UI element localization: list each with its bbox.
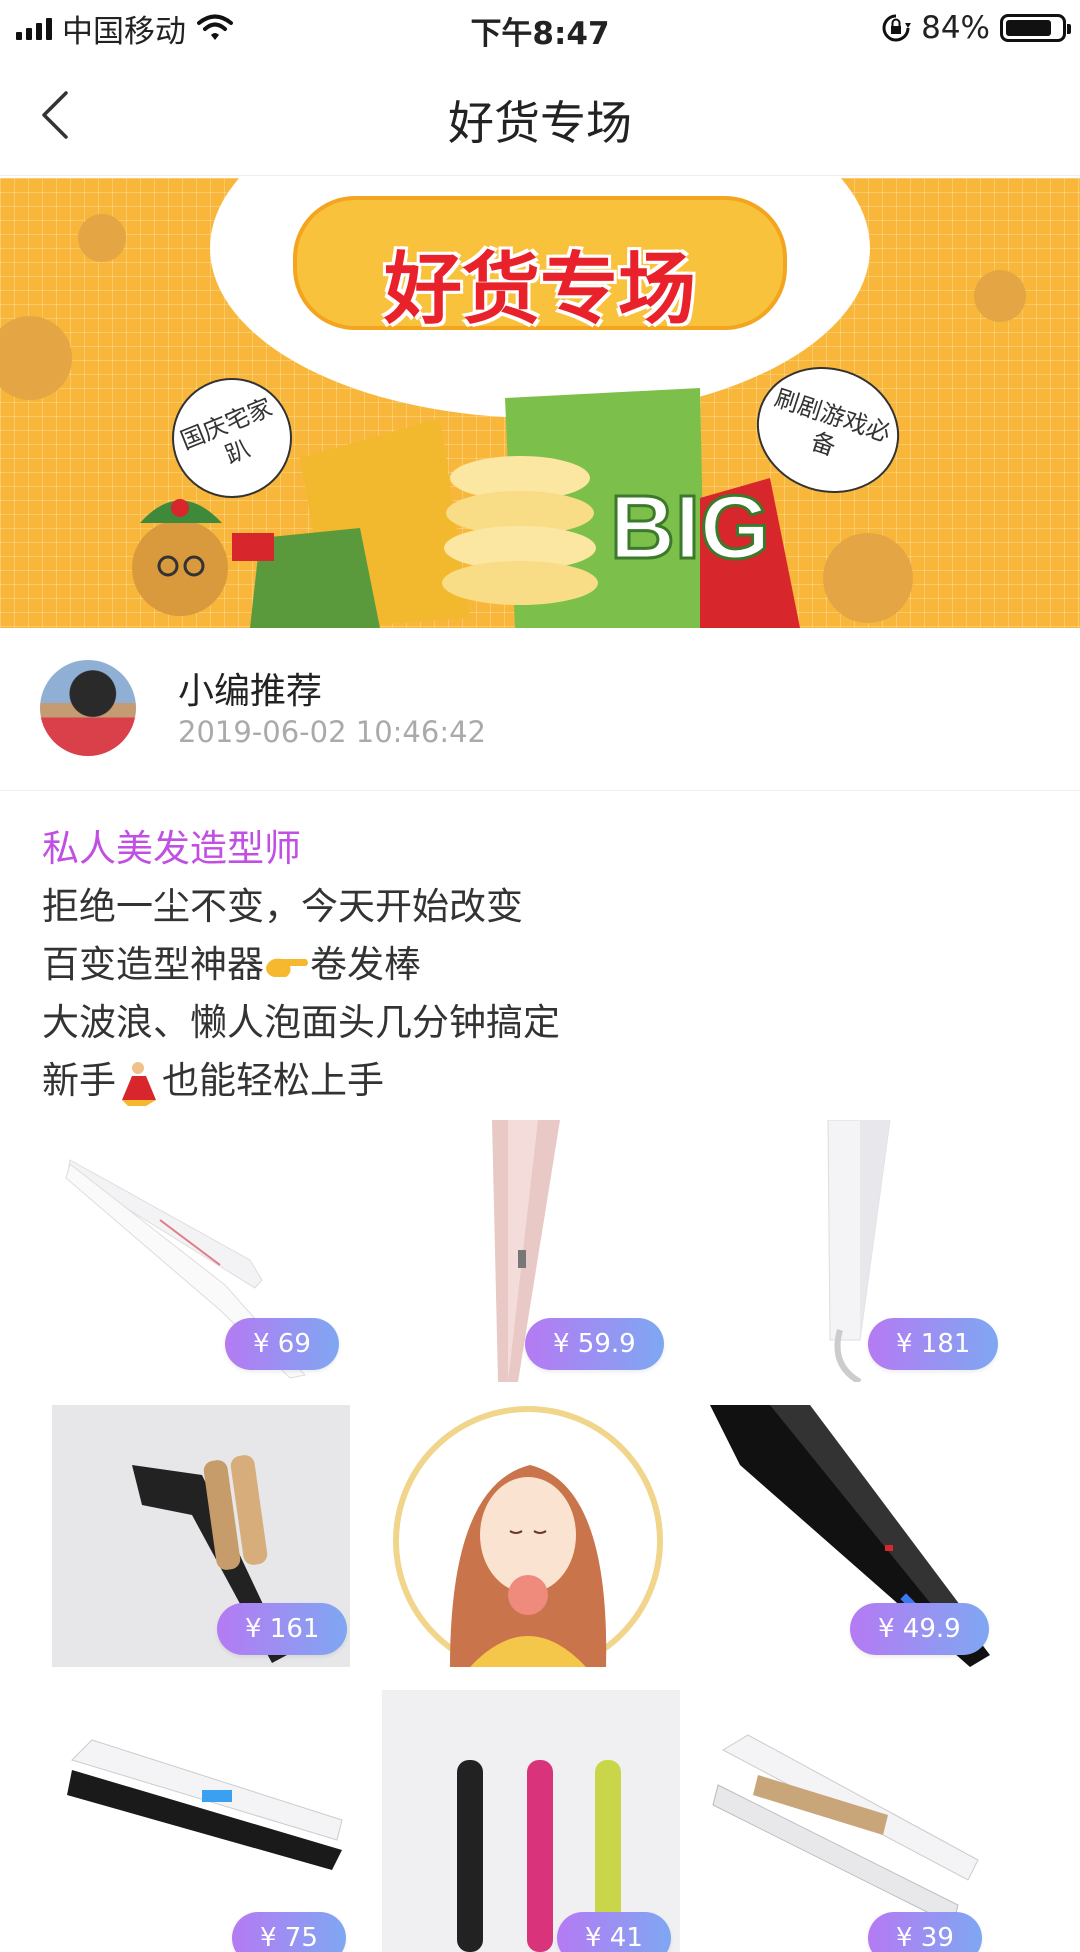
post-line-2-start: 百变造型神器 (42, 943, 264, 986)
product-card[interactable]: ¥ 41 (382, 1690, 680, 1952)
post-line-4-start: 新手 (42, 1059, 116, 1102)
post-timestamp: 2019-06-02 10:46:42 (178, 715, 486, 749)
girl-illustration-image (393, 1406, 663, 1667)
price-tag: ¥ 39 (868, 1912, 982, 1952)
battery-percent: 84% (921, 10, 990, 46)
dancer-emoji-icon (122, 1061, 156, 1106)
product-card[interactable]: ¥ 59.9 (380, 1120, 678, 1382)
post-line-4: 新手 也能轻松上手 (42, 1052, 1042, 1110)
divider (0, 790, 1080, 791)
price-tag: ¥ 181 (868, 1318, 999, 1370)
product-card[interactable]: ¥ 181 (710, 1120, 1008, 1382)
post-line-3: 大波浪、懒人泡面头几分钟搞定 (42, 1001, 560, 1044)
price-tag: ¥ 41 (557, 1912, 671, 1952)
price-tag: ¥ 49.9 (850, 1603, 989, 1655)
post-title: 私人美发造型师 (42, 827, 301, 870)
price-tag: ¥ 59.9 (525, 1318, 664, 1370)
post-line-4-end: 也能轻松上手 (162, 1059, 384, 1102)
rotation-lock-icon (882, 14, 912, 42)
price-tag: ¥ 69 (225, 1318, 339, 1370)
product-card[interactable]: ¥ 161 (52, 1405, 350, 1667)
post-line-2-end: 卷发棒 (310, 943, 421, 986)
status-bar: 中国移动 下午8:47 84% (0, 0, 1080, 55)
product-card[interactable]: ¥ 69 (50, 1120, 348, 1382)
avatar[interactable] (40, 660, 136, 756)
price-tag: ¥ 75 (232, 1912, 346, 1952)
price-tag: ¥ 161 (217, 1603, 348, 1655)
pointing-hand-emoji-icon (266, 958, 308, 977)
svg-text:BIG: BIG (610, 478, 770, 578)
post-line-2: 百变造型神器 卷发棒 (42, 936, 1042, 994)
post-body: 私人美发造型师 拒绝一尘不变，今天开始改变 百变造型神器 卷发棒 大波浪、懒人泡… (42, 820, 1042, 1110)
product-card[interactable]: ¥ 39 (708, 1690, 1006, 1952)
author-row[interactable]: 小编推荐 2019-06-02 10:46:42 (0, 630, 1080, 790)
post-line-1: 拒绝一尘不变，今天开始改变 (42, 885, 523, 928)
promo-illustration[interactable] (380, 1405, 678, 1667)
author-name: 小编推荐 (178, 671, 323, 712)
product-card[interactable]: ¥ 75 (52, 1690, 350, 1952)
page-title: 好货专场 (448, 96, 632, 150)
battery-icon (1000, 14, 1071, 42)
nav-bar: 好货专场 (0, 55, 1080, 176)
promo-banner[interactable]: BIG 好货专场 国庆宅家趴 刷剧游戏必备 (0, 178, 1080, 628)
banner-title: 好货专场 (383, 245, 696, 335)
product-card[interactable]: ¥ 49.9 (700, 1405, 998, 1667)
